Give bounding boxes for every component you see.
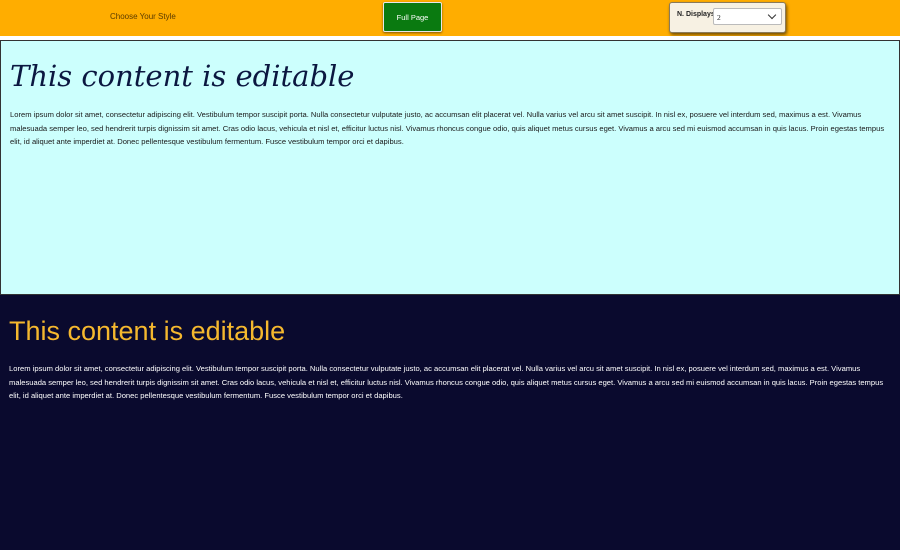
- light-panel-heading[interactable]: This content is editable: [10, 59, 354, 93]
- full-page-button[interactable]: Full Page: [383, 2, 442, 32]
- dark-panel-heading[interactable]: This content is editable: [9, 316, 285, 347]
- chevron-down-icon: [767, 10, 777, 20]
- displays-selected-value: 2: [717, 13, 721, 22]
- displays-select[interactable]: 2: [713, 8, 782, 25]
- choose-style-label[interactable]: Choose Your Style: [110, 12, 176, 21]
- dark-panel-body[interactable]: Lorem ipsum dolor sit amet, consectetur …: [9, 362, 885, 403]
- light-panel-body[interactable]: Lorem ipsum dolor sit amet, consectetur …: [10, 108, 886, 149]
- toolbar: Choose Your Style Full Page N. Displays …: [0, 0, 900, 36]
- dark-style-panel: This content is editable Lorem ipsum dol…: [0, 295, 900, 550]
- displays-label: N. Displays: [677, 11, 715, 18]
- light-style-panel: This content is editable Lorem ipsum dol…: [0, 40, 900, 295]
- displays-control: N. Displays 2: [669, 2, 786, 33]
